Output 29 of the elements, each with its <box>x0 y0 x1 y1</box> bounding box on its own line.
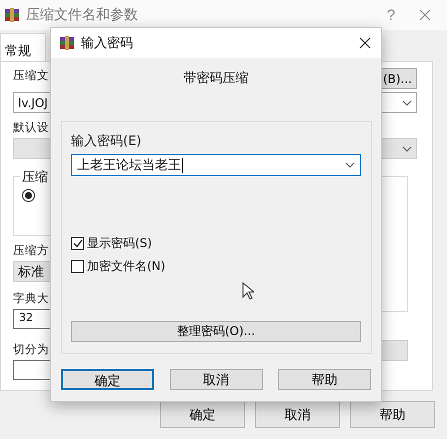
tab[interactable]: 常规 <box>0 33 46 61</box>
mouse-cursor-icon <box>242 282 254 300</box>
field-label: 默认设 <box>13 120 49 135</box>
checkmark-icon <box>72 239 82 248</box>
dialog-button[interactable]: 取消 <box>170 369 262 390</box>
chevron-down-icon <box>402 100 412 106</box>
close-icon[interactable] <box>359 37 371 49</box>
checkbox[interactable]: 加密文件名(N) <box>71 258 166 275</box>
field-label: 输入密码(E) <box>71 133 142 150</box>
archive-icon <box>4 7 20 23</box>
organize-passwords-button[interactable]: 整理密码(O)... <box>71 321 361 342</box>
password-combo[interactable]: 上老王论坛当老王 <box>71 154 361 176</box>
checkbox[interactable]: 显示密码(S) <box>71 235 152 252</box>
window-title: 压缩文件名和参数 <box>26 6 139 24</box>
field-label: 切分为 <box>13 342 49 357</box>
dialog-heading: 带密码压缩 <box>184 70 248 87</box>
dialog-button[interactable]: 确定 <box>160 401 245 428</box>
field-label: 字典大 <box>13 291 49 306</box>
archive-icon <box>59 35 75 51</box>
dialog-title: 输入密码 <box>81 35 134 52</box>
dialog-button[interactable]: 确定 <box>61 369 154 390</box>
radio-button[interactable] <box>22 189 35 202</box>
chevron-down-icon <box>402 146 412 152</box>
chevron-down-icon <box>345 162 355 168</box>
field-label: 压缩方 <box>13 243 49 258</box>
dialog-button[interactable]: 取消 <box>255 401 340 428</box>
dialog-button[interactable]: 帮助 <box>278 369 371 390</box>
field-label: 压缩文 <box>13 68 49 83</box>
dialog-button[interactable]: 帮助 <box>350 401 435 428</box>
